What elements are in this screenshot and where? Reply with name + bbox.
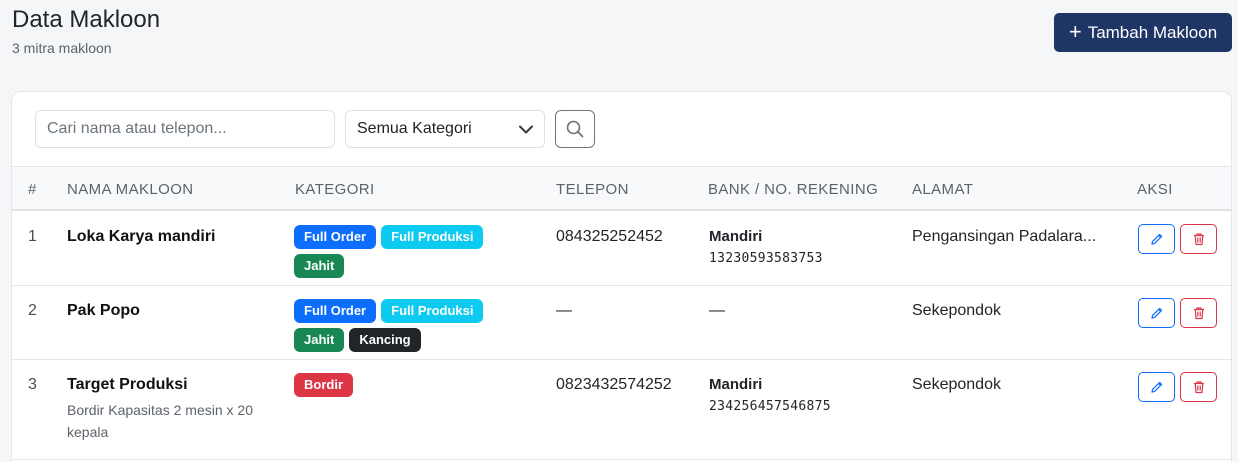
bank-name: Mandiri	[709, 376, 763, 393]
search-icon	[566, 120, 584, 138]
table-header: # NAMA MAKLOON KATEGORI TELEPON BANK / N…	[12, 166, 1231, 211]
category-badges: Bordir	[294, 373, 494, 397]
account-number: 234256457546875	[709, 399, 831, 414]
makloon-name: Target Produksi	[67, 376, 188, 393]
category-badge: Jahit	[294, 254, 345, 278]
bank-info: Mandiri 234256457546875	[709, 376, 831, 414]
page-title: Data Makloon	[12, 6, 161, 33]
col-actions: AKSI	[1137, 181, 1173, 198]
address: Sekepondok	[912, 376, 1001, 393]
delete-button[interactable]	[1180, 298, 1217, 328]
bank-info: Mandiri 13230593583753	[709, 228, 823, 266]
edit-button[interactable]	[1138, 372, 1175, 402]
bank-name: Mandiri	[709, 228, 763, 245]
edit-button[interactable]	[1138, 298, 1175, 328]
makloon-card: Semua Kategori # NAMA MAKLOON KATEGORI T…	[11, 91, 1232, 462]
category-badge: Full Order	[294, 225, 377, 249]
pencil-icon	[1150, 233, 1162, 245]
col-bank: BANK / NO. REKENING	[708, 181, 879, 198]
address: Sekepondok	[912, 302, 1001, 319]
phone-number: 0823432574252	[556, 376, 672, 393]
chevron-down-icon	[519, 125, 533, 133]
category-badge: Kancing	[349, 328, 421, 352]
account-number: 13230593583753	[709, 251, 823, 266]
category-badge: Full Produksi	[381, 299, 484, 323]
trash-icon	[1193, 381, 1204, 394]
pencil-icon	[1150, 381, 1162, 393]
table-row: 1 Loka Karya mandiri Full Order Full Pro…	[12, 212, 1231, 286]
col-address: ALAMAT	[912, 181, 974, 198]
edit-button[interactable]	[1138, 224, 1175, 254]
row-number: 2	[28, 302, 37, 319]
delete-button[interactable]	[1180, 224, 1217, 254]
row-number: 3	[28, 376, 37, 393]
plus-icon: +	[1068, 18, 1082, 44]
pencil-icon	[1150, 307, 1162, 319]
makloon-note: Bordir Kapasitas 2 mesin x 20 kepala	[67, 402, 253, 440]
trash-icon	[1193, 233, 1204, 246]
search-button[interactable]	[555, 110, 595, 148]
category-badges: Full Order Full Produksi Jahit	[294, 225, 494, 278]
col-name: NAMA MAKLOON	[67, 181, 194, 198]
category-select[interactable]: Semua Kategori	[345, 110, 545, 148]
makloon-name: Loka Karya mandiri	[67, 228, 216, 245]
bank-name: —	[709, 302, 725, 319]
category-badges: Full Order Full Produksi Jahit Kancing	[294, 299, 494, 352]
trash-icon	[1193, 307, 1204, 320]
col-number: #	[28, 181, 37, 198]
category-badge: Bordir	[294, 373, 353, 397]
phone-number: 084325252452	[556, 228, 663, 245]
delete-button[interactable]	[1180, 372, 1217, 402]
category-badge: Full Produksi	[381, 225, 484, 249]
search-input[interactable]	[35, 110, 335, 148]
page-subtitle: 3 mitra makloon	[12, 40, 112, 56]
add-makloon-button[interactable]: + Tambah Makloon	[1054, 13, 1232, 52]
address: Pengansingan Padalara...	[912, 228, 1097, 245]
col-phone: TELEPON	[556, 181, 629, 198]
table-row: 3 Target Produksi Bordir Kapasitas 2 mes…	[12, 360, 1231, 460]
category-badge: Jahit	[294, 328, 345, 352]
row-number: 1	[28, 228, 37, 245]
add-makloon-label: Tambah Makloon	[1087, 22, 1218, 42]
makloon-name: Pak Popo	[67, 302, 140, 319]
phone-number: —	[556, 302, 572, 319]
col-category: KATEGORI	[295, 181, 375, 198]
category-select-value: Semua Kategori	[357, 120, 472, 137]
category-badge: Full Order	[294, 299, 377, 323]
table-row: 2 Pak Popo Full Order Full Produksi Jahi…	[12, 286, 1231, 360]
